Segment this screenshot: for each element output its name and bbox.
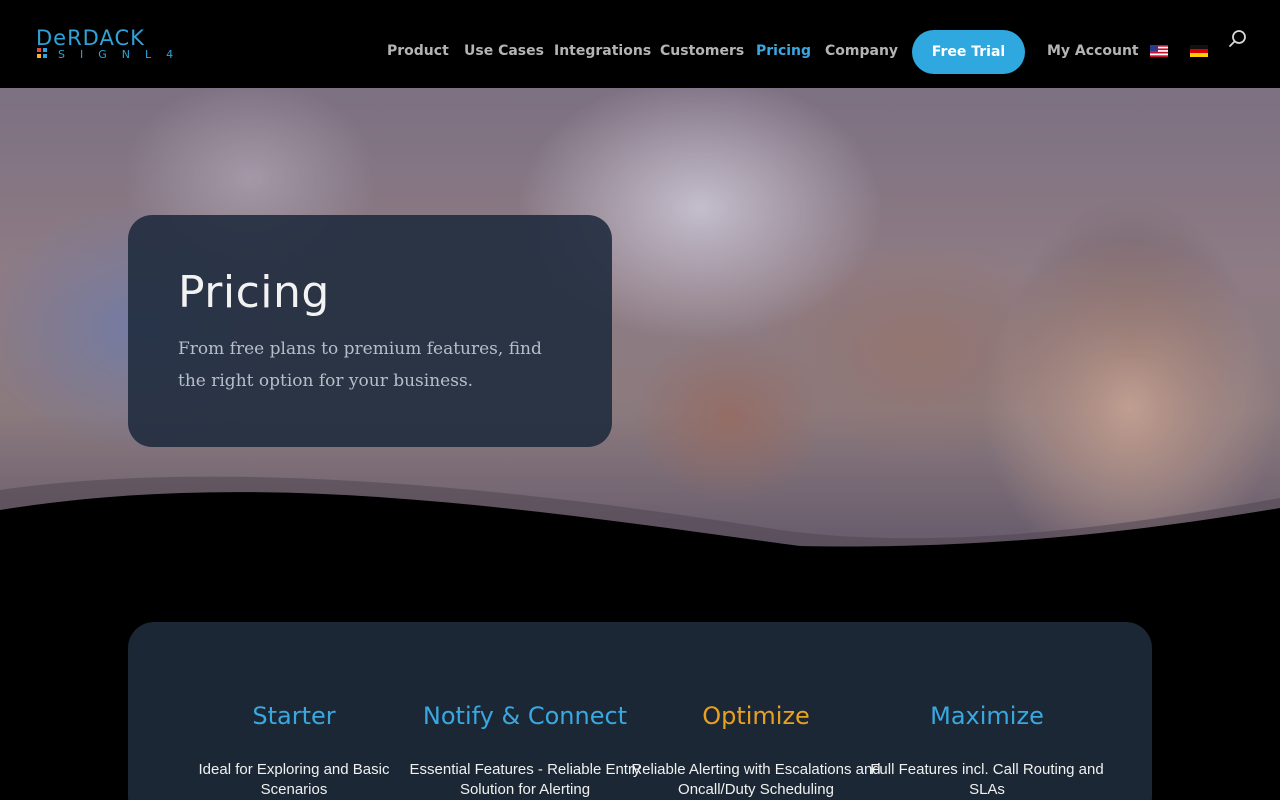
plan-name: Optimize <box>702 702 810 730</box>
nav-pricing[interactable]: Pricing <box>756 43 811 59</box>
german-flag-icon[interactable] <box>1190 45 1208 57</box>
plan-description: Ideal for Exploring and Basic Scenarios <box>198 761 390 798</box>
pricing-plans-panel: Starter Ideal for Exploring and Basic Sc… <box>128 622 1152 800</box>
plan-description: Full Features incl. Call Routing and SLA… <box>870 761 1104 798</box>
nav-company[interactable]: Company <box>825 43 898 59</box>
my-account-link[interactable]: My Account <box>1047 43 1139 59</box>
page-subtitle: From free plans to premium features, fin… <box>178 339 542 391</box>
plan-description: Reliable Alerting with Escalations and O… <box>631 761 881 798</box>
plan-name: Starter <box>252 702 336 730</box>
logo-word: DeRDACK <box>36 28 145 50</box>
plan-name: Notify & Connect <box>422 702 628 730</box>
hero-wave-divider <box>0 476 1280 550</box>
hero-card: Pricing From free plans to premium featu… <box>128 215 612 447</box>
nav-integrations[interactable]: Integrations <box>554 43 651 59</box>
derdack-signl4-logo[interactable]: DeRDACK SIGNL4 <box>36 26 176 62</box>
free-trial-button[interactable]: Free Trial <box>912 30 1025 74</box>
site-header: DeRDACK SIGNL4 Product Use Cases Integra… <box>0 0 1280 88</box>
plan-name: Maximize <box>930 702 1044 730</box>
plan-description: Essential Features - Reliable Entry Solu… <box>409 761 641 798</box>
nav-product[interactable]: Product <box>387 43 449 59</box>
search-icon[interactable] <box>1228 29 1248 49</box>
page-title: Pricing <box>178 267 330 318</box>
logo-sub: SIGNL4 <box>58 48 176 61</box>
nav-use-cases[interactable]: Use Cases <box>464 43 544 59</box>
nav-customers[interactable]: Customers <box>660 43 744 59</box>
logo-graphic: DeRDACK SIGNL4 <box>36 26 176 61</box>
us-flag-icon[interactable] <box>1150 45 1168 57</box>
